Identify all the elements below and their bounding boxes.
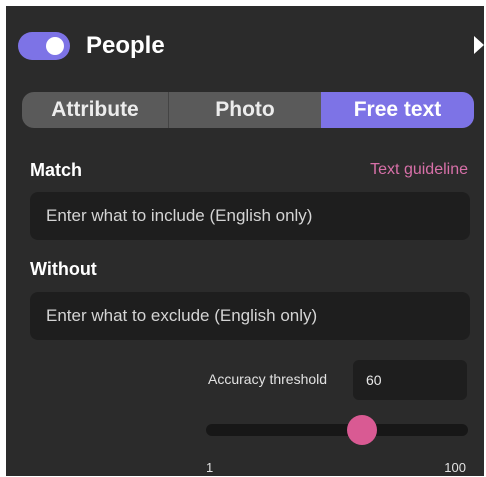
without-label: Without: [30, 259, 97, 279]
text-guideline-link[interactable]: Text guideline: [370, 161, 468, 179]
accuracy-slider-thumb[interactable]: [347, 415, 378, 445]
tab-attribute[interactable]: Attribute: [22, 92, 169, 128]
filter-tabs: Attribute Photo Free text: [22, 92, 474, 128]
slider-min-label: 1: [206, 460, 214, 475]
panel-title: People: [86, 32, 165, 59]
people-filter-panel: People Attribute Photo Free text Match T…: [6, 6, 484, 476]
toggle-knob: [46, 37, 64, 55]
accuracy-slider-track[interactable]: [206, 415, 468, 445]
without-input[interactable]: [30, 292, 470, 340]
people-toggle[interactable]: [18, 32, 70, 60]
accuracy-threshold-input[interactable]: [353, 360, 467, 400]
match-input[interactable]: [30, 192, 470, 240]
match-label: Match: [30, 160, 83, 180]
tab-photo[interactable]: Photo: [169, 92, 321, 128]
expand-arrow-icon[interactable]: [474, 36, 484, 54]
panel-header: People: [18, 28, 165, 64]
accuracy-threshold-label: Accuracy threshold: [208, 371, 328, 387]
tab-free-text[interactable]: Free text: [321, 92, 474, 128]
slider-max-label: 100: [444, 460, 466, 475]
